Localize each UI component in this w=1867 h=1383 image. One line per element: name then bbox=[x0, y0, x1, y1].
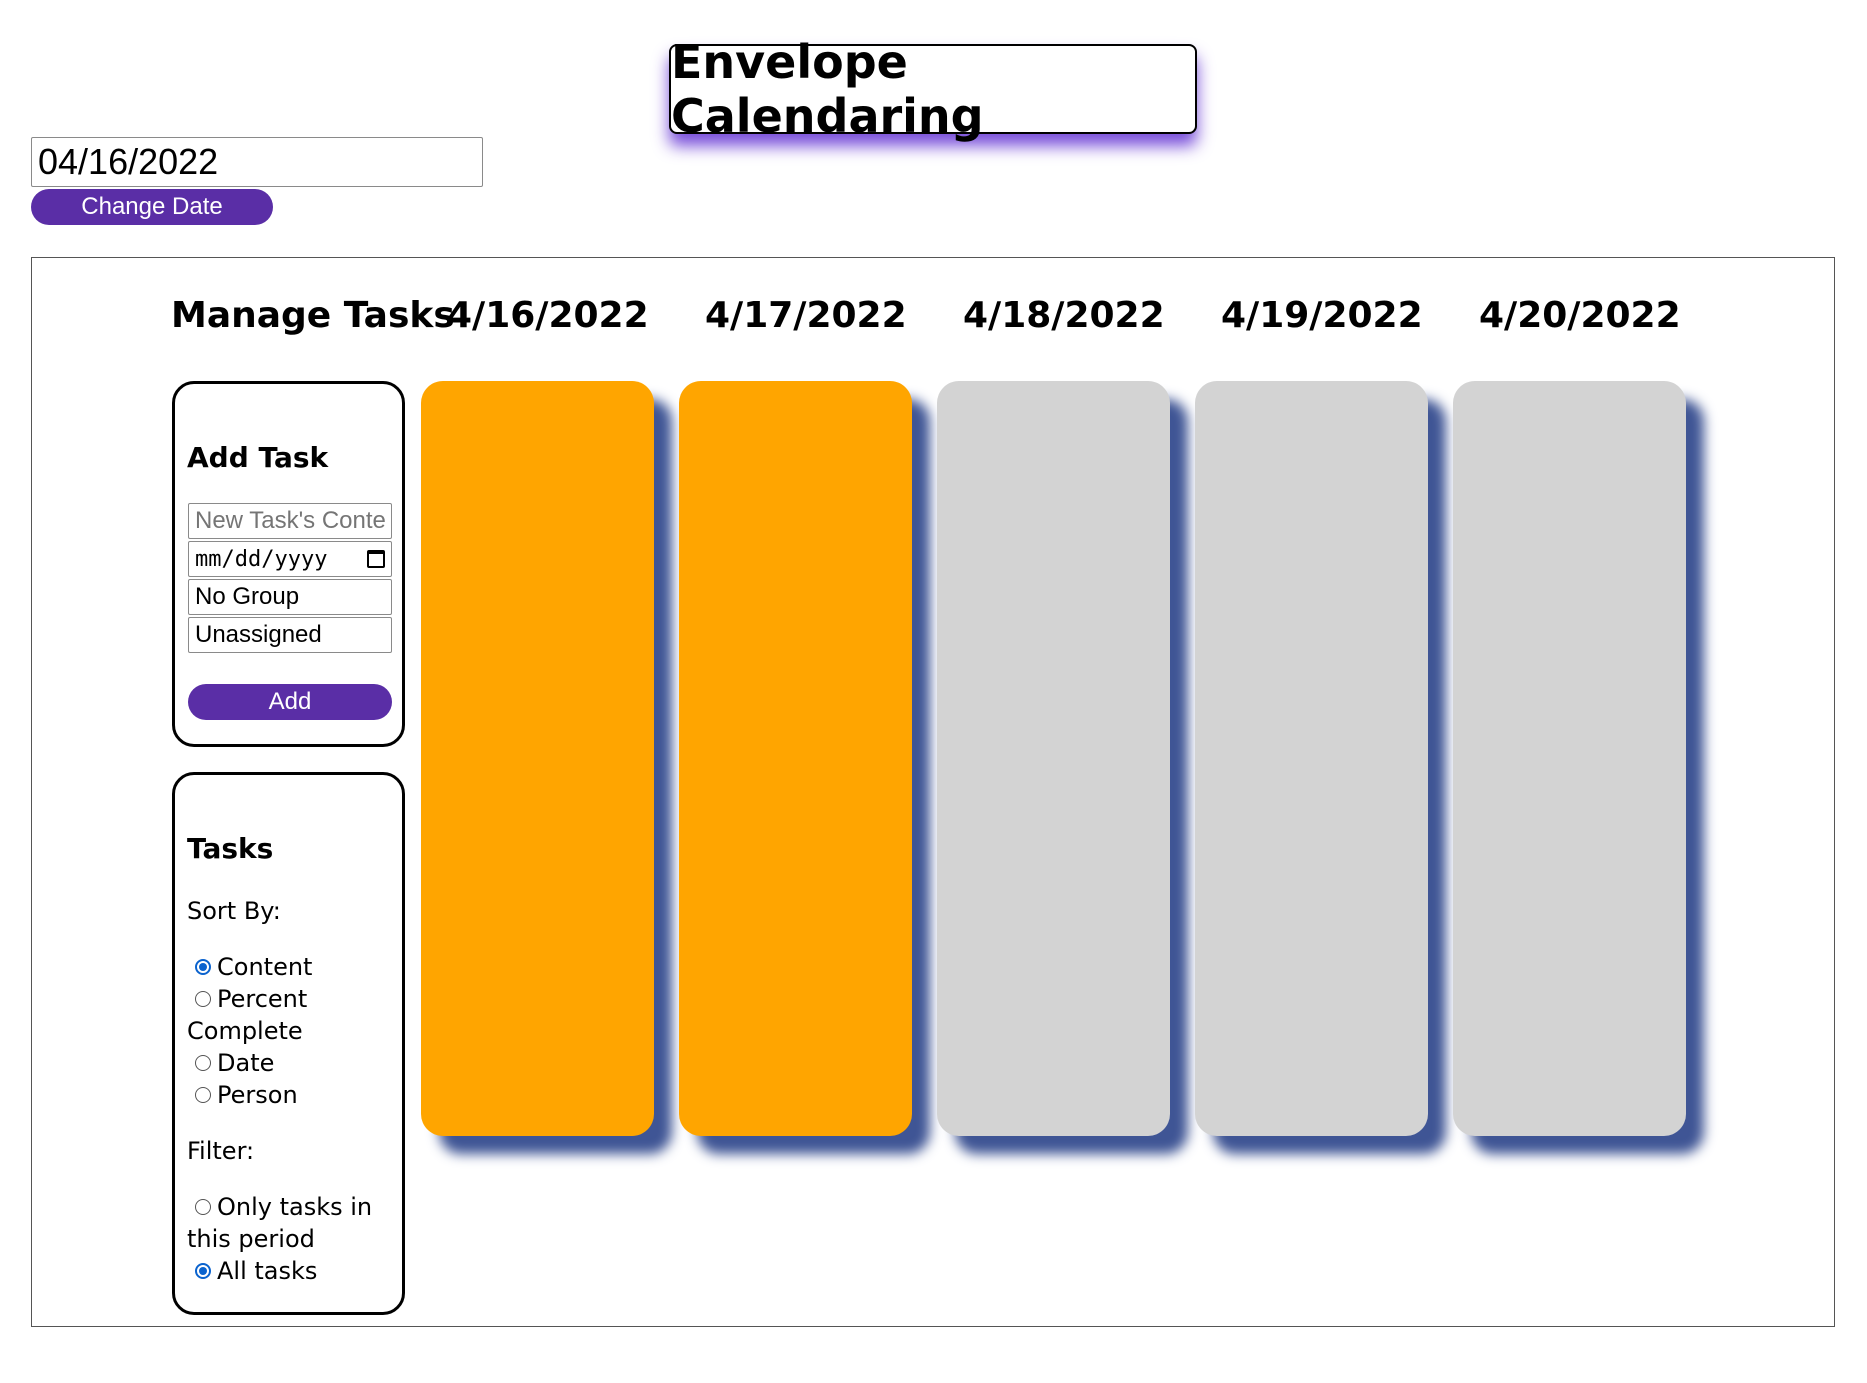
radio-content[interactable] bbox=[195, 959, 211, 975]
change-date-button[interactable]: Change Date bbox=[31, 189, 273, 225]
column-header-3: 4/18/2022 bbox=[963, 295, 1165, 336]
sort-by-label: Sort By: bbox=[187, 897, 281, 925]
filter-label: Filter: bbox=[187, 1137, 255, 1165]
radio-period[interactable] bbox=[195, 1199, 211, 1215]
column-header-1: 4/16/2022 bbox=[447, 295, 649, 336]
sort-option-percent-label: Percent bbox=[217, 985, 308, 1013]
radio-percent[interactable] bbox=[195, 991, 211, 1007]
task-assignee-select[interactable]: Unassigned bbox=[188, 617, 392, 653]
filter-option-period-label: Only tasks in bbox=[217, 1193, 373, 1221]
sort-option-content[interactable]: Content bbox=[195, 951, 312, 983]
current-date-input[interactable]: 04/16/2022 bbox=[31, 137, 483, 187]
sort-option-content-label: Content bbox=[217, 953, 313, 981]
radio-person[interactable] bbox=[195, 1087, 211, 1103]
add-task-card: Add Task New Task's Conte mm/dd/yyyy No … bbox=[172, 381, 405, 747]
envelope-4[interactable] bbox=[1195, 381, 1428, 1136]
radio-date[interactable] bbox=[195, 1055, 211, 1071]
task-date-placeholder: mm/dd/yyyy bbox=[195, 546, 328, 572]
sort-option-date-label: Date bbox=[217, 1049, 275, 1077]
tasks-card: Tasks Sort By: Content Percent Complete … bbox=[172, 772, 405, 1315]
filter-option-all-label: All tasks bbox=[217, 1257, 318, 1285]
column-header-5: 4/20/2022 bbox=[1479, 295, 1681, 336]
task-content-input[interactable]: New Task's Conte bbox=[188, 503, 392, 539]
sort-option-date[interactable]: Date bbox=[195, 1047, 274, 1079]
calendar-icon[interactable] bbox=[367, 550, 385, 568]
task-date-input[interactable]: mm/dd/yyyy bbox=[188, 541, 392, 577]
sort-option-person[interactable]: Person bbox=[195, 1079, 298, 1111]
manage-tasks-heading: Manage Tasks bbox=[171, 295, 455, 336]
column-header-2: 4/17/2022 bbox=[705, 295, 907, 336]
add-task-title: Add Task bbox=[187, 441, 329, 474]
task-group-select[interactable]: No Group bbox=[188, 579, 392, 615]
app-title: Envelope Calendaring bbox=[671, 35, 984, 143]
radio-all[interactable] bbox=[195, 1263, 211, 1279]
sort-option-percent[interactable]: Percent bbox=[195, 983, 307, 1015]
filter-option-all[interactable]: All tasks bbox=[195, 1255, 317, 1287]
sort-option-percent-label-cont: Complete bbox=[187, 1017, 303, 1045]
envelope-1[interactable] bbox=[421, 381, 654, 1136]
add-task-button[interactable]: Add bbox=[188, 684, 392, 720]
envelope-3[interactable] bbox=[937, 381, 1170, 1136]
filter-option-period[interactable]: Only tasks in bbox=[195, 1191, 372, 1223]
envelope-5[interactable] bbox=[1453, 381, 1686, 1136]
sort-option-person-label: Person bbox=[217, 1081, 298, 1109]
tasks-title: Tasks bbox=[187, 832, 274, 865]
envelope-2[interactable] bbox=[679, 381, 912, 1136]
column-header-4: 4/19/2022 bbox=[1221, 295, 1423, 336]
filter-option-period-label-cont: this period bbox=[187, 1225, 315, 1253]
app-title-box: Envelope Calendaring bbox=[669, 35, 1197, 143]
